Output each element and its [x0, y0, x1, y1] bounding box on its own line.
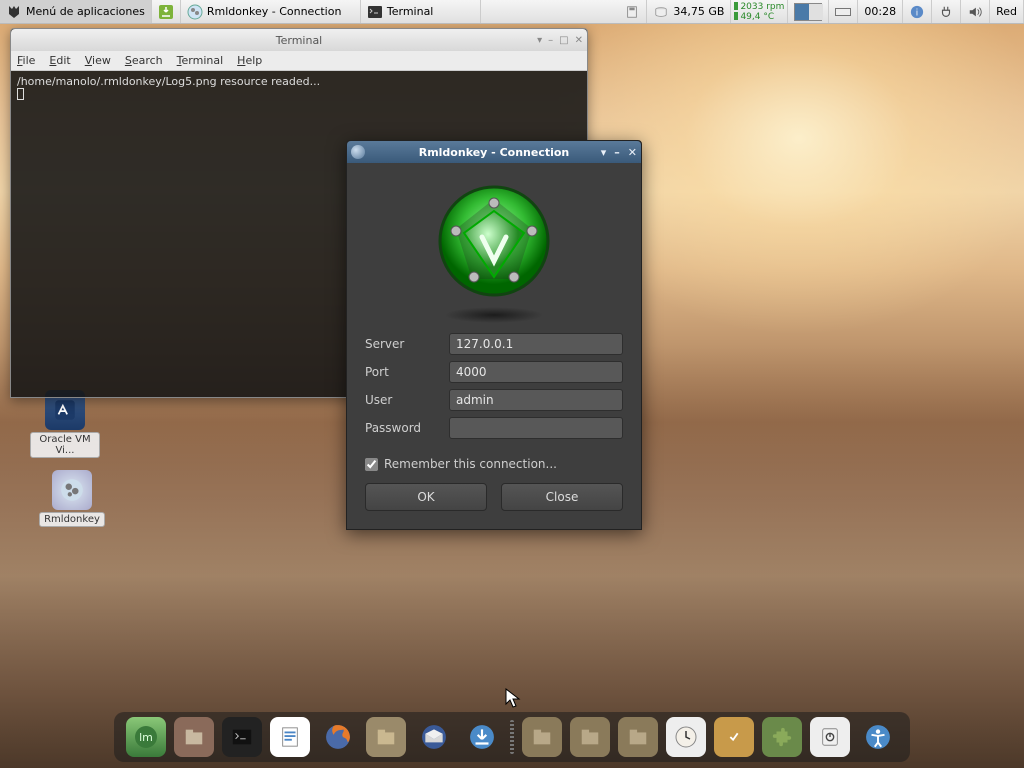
- terminal-title: Terminal: [276, 34, 323, 47]
- maximize-icon[interactable]: □: [559, 35, 568, 46]
- menu-terminal[interactable]: Terminal: [177, 54, 224, 67]
- disk-space-indicator[interactable]: 34,75 GB: [647, 0, 731, 23]
- volume-indicator[interactable]: [961, 0, 990, 23]
- dock-folder-c[interactable]: [570, 717, 610, 757]
- connection-dialog: Rmldonkey - Connection ▾ – ✕ Server: [346, 140, 642, 530]
- close-button[interactable]: Close: [501, 483, 623, 511]
- dock-shutdown[interactable]: [810, 717, 850, 757]
- port-label: Port: [365, 365, 449, 379]
- mouse-cursor: [505, 688, 521, 710]
- task-label: Terminal: [387, 5, 434, 18]
- app-logo: [347, 163, 641, 311]
- terminal-icon: [367, 4, 383, 20]
- dock-mint-menu[interactable]: lm: [126, 717, 166, 757]
- terminal-output-area[interactable]: /home/manolo/.rmldonkey/Log5.png resourc…: [11, 71, 587, 107]
- clock[interactable]: 00:28: [858, 0, 903, 23]
- top-panel: Menú de aplicaciones Rmldonkey - Connect…: [0, 0, 1024, 24]
- menu-file[interactable]: File: [17, 54, 35, 67]
- taskbar-task-terminal[interactable]: Terminal: [361, 0, 481, 23]
- disk-icon: [653, 4, 669, 20]
- usb-drive-icon: [624, 4, 640, 20]
- close-icon[interactable]: ✕: [628, 146, 637, 159]
- menu-icon[interactable]: ▾: [601, 146, 607, 159]
- dock-downloads[interactable]: [462, 717, 502, 757]
- mint-icon: [6, 4, 22, 20]
- password-input[interactable]: [449, 417, 623, 439]
- cpu-temp: 49,4 °C: [740, 12, 774, 22]
- hardware-sensors[interactable]: 2033 rpm 49,4 °C: [731, 0, 788, 23]
- dock-folder-b[interactable]: [522, 717, 562, 757]
- applications-menu[interactable]: Menú de aplicaciones: [0, 0, 152, 23]
- power-indicator[interactable]: [932, 0, 961, 23]
- info-indicator[interactable]: i: [903, 0, 932, 23]
- menu-icon[interactable]: ▾: [537, 35, 542, 46]
- dock-folder-a[interactable]: [366, 717, 406, 757]
- remember-checkbox[interactable]: [365, 458, 378, 471]
- info-icon: i: [909, 4, 925, 20]
- dock-separator: [510, 720, 514, 754]
- user-input[interactable]: [449, 389, 623, 411]
- rmldonkey-icon: [52, 470, 92, 510]
- app-icon: [187, 4, 203, 20]
- port-input[interactable]: [449, 361, 623, 383]
- connection-form: Server Port User Password: [347, 333, 641, 449]
- dock-libreoffice[interactable]: [270, 717, 310, 757]
- network-label: Red: [996, 5, 1017, 18]
- menu-search[interactable]: Search: [125, 54, 163, 67]
- dock: lm: [114, 712, 910, 762]
- dock-plugin[interactable]: [762, 717, 802, 757]
- dock-accessibility[interactable]: [858, 717, 898, 757]
- taskbar-task-rmldonkey[interactable]: Rmldonkey - Connection: [181, 0, 361, 23]
- disk-free-label: 34,75 GB: [673, 5, 724, 18]
- close-icon[interactable]: ✕: [575, 35, 583, 46]
- server-label: Server: [365, 337, 449, 351]
- remember-label: Remember this connection...: [384, 457, 557, 471]
- workspace-switcher[interactable]: [788, 0, 829, 23]
- minimize-icon[interactable]: –: [548, 35, 553, 46]
- icon-label: Rmldonkey: [39, 512, 105, 527]
- terminal-menubar: File Edit View Search Terminal Help: [11, 51, 587, 71]
- dialog-title: Rmldonkey - Connection: [419, 146, 570, 159]
- server-input[interactable]: [449, 333, 623, 355]
- desktop-icon-vm[interactable]: Oracle VM Vi...: [30, 390, 100, 458]
- battery-icon: [835, 8, 851, 16]
- exit-icon: [158, 4, 174, 20]
- menu-help[interactable]: Help: [237, 54, 262, 67]
- clock-label: 00:28: [864, 5, 896, 18]
- dock-file-manager[interactable]: [174, 717, 214, 757]
- volume-icon: [967, 4, 983, 20]
- show-desktop-button[interactable]: [152, 0, 181, 23]
- password-label: Password: [365, 421, 449, 435]
- plug-icon: [938, 4, 954, 20]
- dialog-titlebar[interactable]: Rmldonkey - Connection ▾ – ✕: [347, 141, 641, 163]
- removable-drive-indicator[interactable]: [618, 0, 647, 23]
- network-indicator[interactable]: Red: [990, 0, 1024, 23]
- ok-button[interactable]: OK: [365, 483, 487, 511]
- battery-indicator[interactable]: [829, 0, 858, 23]
- dock-firefox[interactable]: [318, 717, 358, 757]
- dock-folder-d[interactable]: [618, 717, 658, 757]
- terminal-line: /home/manolo/.rmldonkey/Log5.png resourc…: [17, 75, 581, 88]
- terminal-titlebar[interactable]: Terminal ▾ – □ ✕: [11, 29, 587, 51]
- task-label: Rmldonkey - Connection: [207, 5, 342, 18]
- svg-text:lm: lm: [139, 731, 153, 744]
- icon-label: Oracle VM Vi...: [30, 432, 100, 458]
- menu-view[interactable]: View: [85, 54, 111, 67]
- app-badge-icon: [351, 145, 365, 159]
- dock-clock[interactable]: [666, 717, 706, 757]
- logo-shadow: [444, 307, 544, 323]
- dock-terminal[interactable]: [222, 717, 262, 757]
- applications-menu-label: Menú de aplicaciones: [26, 5, 145, 18]
- fan-rpm: 2033 rpm: [740, 2, 784, 12]
- dock-thunderbird[interactable]: [414, 717, 454, 757]
- terminal-cursor: [17, 88, 24, 100]
- svg-text:i: i: [916, 8, 918, 18]
- desktop-icon-rmldonkey[interactable]: Rmldonkey: [37, 470, 107, 527]
- minimize-icon[interactable]: –: [614, 146, 620, 159]
- menu-edit[interactable]: Edit: [49, 54, 70, 67]
- dock-updater[interactable]: [714, 717, 754, 757]
- user-label: User: [365, 393, 449, 407]
